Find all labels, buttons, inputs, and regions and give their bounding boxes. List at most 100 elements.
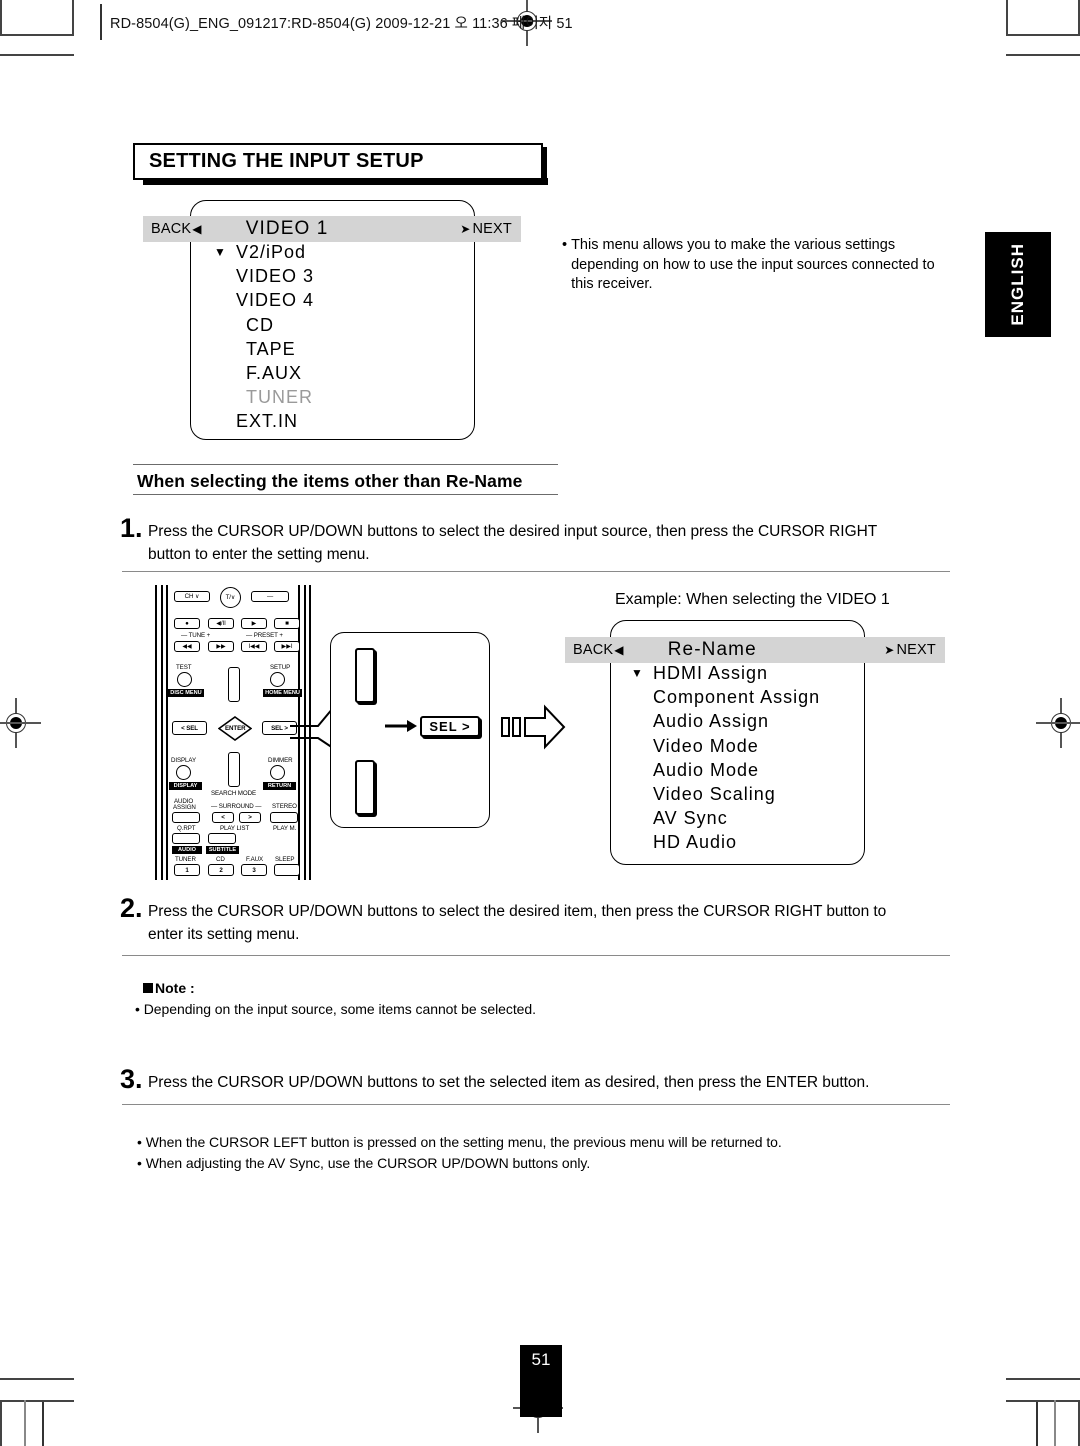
remote-body-rail-left-inner2 — [166, 585, 168, 880]
note-heading-label: Note : — [155, 980, 195, 996]
intro-note-line-0: This menu allows you to make the various… — [571, 237, 896, 253]
remote-key-audio-assign[interactable] — [172, 812, 200, 823]
header-divider-vertical — [100, 4, 102, 40]
remote-key-2[interactable]: 2 — [208, 864, 234, 876]
osd-menu-rename-items: ▼ HDMI Assign Component Assign Audio Ass… — [631, 661, 871, 855]
remote-label-cd: CD — [216, 856, 225, 863]
remote-key-subtitle[interactable] — [208, 833, 236, 844]
osd2-item-1[interactable]: Component Assign — [631, 685, 871, 709]
remote-key-sleep[interactable] — [274, 864, 300, 876]
osd2-next-button[interactable]: ➤ NEXT — [884, 642, 945, 658]
remote-key-surround-left[interactable]: < — [212, 812, 234, 823]
osd2-item-5[interactable]: Video Scaling — [631, 782, 871, 806]
osd1-item-2[interactable]: VIDEO 4 — [214, 288, 464, 312]
osd2-item-7[interactable]: HD Audio — [631, 830, 871, 854]
osd1-item-5[interactable]: F.AUX — [214, 361, 464, 385]
remote-key-channel-label: CH ∨ — [184, 593, 200, 600]
remote-label-tune: — TUNE + — [181, 632, 211, 639]
remote-key-record[interactable]: ● — [174, 618, 200, 629]
remote-key-surround-left-label: < — [221, 814, 225, 821]
osd1-item-7-label: EXT.IN — [236, 411, 299, 432]
osd1-next-label: NEXT — [472, 221, 512, 237]
remote-key-3[interactable]: 3 — [241, 864, 267, 876]
remote-key-play[interactable]: ▶ — [241, 618, 267, 629]
osd2-item-4-label: Audio Mode — [653, 759, 760, 780]
remote-label-test: TEST — [176, 664, 192, 671]
remote-label-setup: SETUP — [270, 664, 291, 671]
next-arrow-icon: ➤ — [460, 222, 471, 236]
remote-key-return[interactable]: RETURN — [263, 782, 296, 790]
subheading-text: When selecting the items other than Re-N… — [137, 471, 523, 491]
remote-key-test[interactable] — [177, 672, 192, 687]
osd2-item-6[interactable]: AV Sync — [631, 806, 871, 830]
osd1-back-label: BACK — [151, 221, 192, 237]
crop-mark-bottom-left — [0, 1378, 140, 1446]
remote-key-subtitle-label-box[interactable]: SUBTITLE — [206, 846, 239, 854]
osd2-item-2[interactable]: Audio Assign — [631, 709, 871, 733]
remote-key-rewind[interactable]: ◀◀ — [174, 641, 200, 652]
osd2-item-4[interactable]: Audio Mode — [631, 758, 871, 782]
osd2-item-3[interactable]: Video Mode — [631, 734, 871, 758]
remote-key-previous[interactable]: I◀◀ — [241, 641, 267, 652]
step-2-number: 2. — [120, 893, 143, 923]
osd2-title: Re-Name — [667, 639, 757, 660]
final-bullet-1: • When adjusting the AV Sync, use the CU… — [137, 1155, 591, 1171]
osd1-item-1[interactable]: VIDEO 3 — [214, 264, 464, 288]
osd1-item-4[interactable]: TAPE — [214, 337, 464, 361]
remote-key-minus[interactable]: — — [251, 591, 289, 602]
osd1-item-6[interactable]: TUNER — [214, 385, 464, 409]
intro-note-line-2: this receiver. — [571, 276, 653, 292]
remote-key-pause[interactable]: ◀/II — [208, 618, 234, 629]
osd2-item-0[interactable]: ▼ HDMI Assign — [631, 661, 871, 685]
remote-key-stop[interactable]: ■ — [274, 618, 300, 629]
crop-mark-top-left — [0, 0, 90, 56]
remote-key-enter[interactable]: ENTER — [218, 716, 252, 741]
osd2-item-7-label: HD Audio — [653, 832, 738, 853]
caret-down-icon: ▼ — [631, 666, 644, 680]
remote-key-dimmer[interactable] — [270, 765, 285, 780]
remote-key-cursor-up[interactable] — [228, 667, 240, 702]
remote-key-pause-label: ◀/II — [216, 620, 226, 627]
page-number-label: 51 — [531, 1350, 551, 1369]
osd1-item-0[interactable]: ▼ V2/iPod — [214, 240, 464, 264]
osd2-back-button[interactable]: BACK ◀ — [565, 642, 624, 658]
remote-key-display-alt[interactable]: DISPLAY — [169, 782, 202, 790]
osd1-back-button[interactable]: BACK ◀ — [143, 221, 202, 237]
remote-key-play-label: ▶ — [251, 620, 257, 627]
remote-key-2-label: 2 — [219, 866, 223, 874]
osd1-item-7[interactable]: EXT.IN — [214, 409, 464, 433]
remote-key-1[interactable]: 1 — [174, 864, 200, 876]
remote-key-minus-label: — — [266, 593, 274, 600]
osd2-back-label: BACK — [573, 642, 614, 658]
remote-key-audio[interactable] — [172, 833, 200, 844]
remote-key-disc-menu-label: DISC MENU — [170, 690, 202, 696]
osd1-next-button[interactable]: ➤ NEXT — [460, 221, 521, 237]
osd1-item-3[interactable]: CD — [214, 313, 464, 337]
remote-key-record-label: ● — [185, 620, 189, 627]
remote-key-audio-label-box[interactable]: AUDIO — [172, 846, 202, 854]
remote-key-setup[interactable] — [270, 672, 285, 687]
osd1-title: VIDEO 1 — [245, 218, 329, 239]
remote-label-play-list: PLAY LIST — [220, 825, 250, 832]
remote-key-display[interactable] — [176, 765, 191, 780]
remote-label-q-rpt: Q.RPT — [177, 825, 196, 832]
remote-key-stereo[interactable] — [270, 812, 298, 823]
callout-cursor-down-key[interactable] — [355, 760, 375, 815]
remote-label-faux: F.AUX — [246, 856, 264, 863]
remote-key-channel[interactable]: CH ∨ — [174, 591, 210, 602]
remote-key-1-label: 1 — [185, 866, 189, 874]
step-2-line-1: enter its setting menu. — [148, 925, 300, 943]
next-arrow-icon: ➤ — [884, 643, 895, 657]
step-2-divider — [122, 955, 950, 957]
remote-key-tv[interactable]: T/∨ — [220, 587, 241, 608]
remote-key-fastforward[interactable]: ▶▶ — [208, 641, 234, 652]
osd1-item-5-label: F.AUX — [246, 363, 303, 384]
callout-sel-button[interactable]: SEL > — [420, 716, 480, 737]
remote-key-disc-menu[interactable]: DISC MENU — [168, 689, 204, 697]
remote-key-sel-left[interactable]: < SEL — [172, 721, 207, 735]
remote-label-play-m: PLAY M. — [273, 825, 297, 832]
remote-key-surround-right-label: > — [248, 814, 252, 821]
remote-key-cursor-down[interactable] — [228, 752, 240, 787]
callout-cursor-up-key[interactable] — [355, 648, 375, 703]
remote-key-surround-right[interactable]: > — [239, 812, 261, 823]
